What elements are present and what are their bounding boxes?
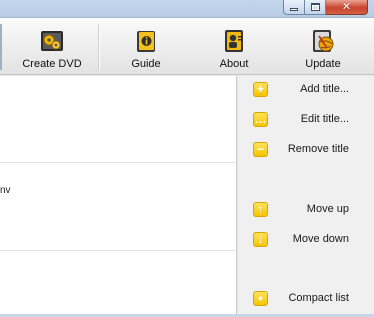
remove-title-button[interactable]: − Remove title [238, 138, 366, 160]
list-row-divider [0, 250, 237, 251]
minimize-button[interactable] [283, 0, 305, 15]
toolbar-separator [98, 24, 99, 70]
ellipsis-icon: … [253, 111, 268, 127]
move-down-label: Move down [292, 233, 349, 245]
guide-book-icon [137, 31, 155, 52]
compact-list-button[interactable]: ● Compact list [238, 287, 366, 309]
window-controls: ✕ [283, 0, 368, 15]
add-title-label: Add title... [300, 83, 349, 95]
create-dvd-label: Create DVD [22, 58, 82, 70]
maximize-icon [310, 3, 320, 11]
about-info-icon [225, 30, 243, 52]
action-panel: + Add title... … Edit title... − Remove … [238, 76, 374, 317]
plus-icon: + [253, 81, 268, 97]
move-down-button[interactable]: ↓ Move down [238, 228, 366, 250]
update-button[interactable]: Update [293, 20, 353, 74]
toolbar-left-divider [0, 24, 2, 70]
window-titlebar: ✕ [0, 0, 374, 17]
about-button[interactable]: About [204, 20, 264, 74]
edit-title-button[interactable]: … Edit title... [238, 108, 366, 130]
guide-label: Guide [131, 58, 161, 70]
close-icon: ✕ [341, 0, 352, 13]
edit-title-label: Edit title... [300, 113, 349, 125]
create-dvd-button[interactable]: Create DVD [16, 20, 88, 74]
compact-list-icon: ● [253, 290, 268, 306]
guide-button[interactable]: Guide [116, 20, 176, 74]
minus-icon: − [253, 141, 268, 157]
compact-list-label: Compact list [288, 292, 349, 304]
update-globe-icon [313, 30, 334, 52]
remove-title-label: Remove title [287, 143, 349, 155]
maximize-button[interactable] [305, 0, 326, 15]
move-up-button[interactable]: ↑ Move up [238, 198, 366, 220]
about-label: About [219, 58, 249, 70]
arrow-up-icon: ↑ [253, 201, 268, 217]
toolbar: Create DVD Guide About Update [0, 17, 374, 75]
close-button[interactable]: ✕ [326, 0, 368, 15]
minimize-icon [290, 8, 298, 11]
list-row-divider [0, 162, 237, 163]
update-label: Update [305, 58, 341, 70]
list-item[interactable]: nv [0, 185, 11, 196]
title-list[interactable]: nv [0, 76, 237, 317]
dvd-gears-icon [41, 31, 63, 51]
move-up-label: Move up [306, 203, 349, 215]
arrow-down-icon: ↓ [253, 231, 268, 247]
add-title-button[interactable]: + Add title... [238, 78, 366, 100]
